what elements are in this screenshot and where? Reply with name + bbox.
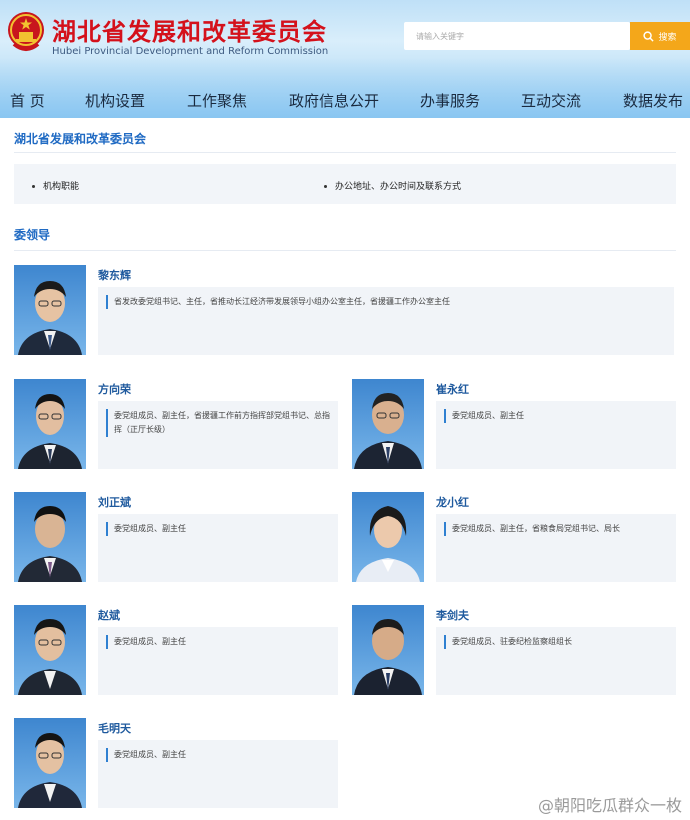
leader-name[interactable]: 李剑夫 bbox=[436, 607, 469, 623]
leader-name[interactable]: 方向荣 bbox=[98, 381, 131, 397]
leader-desc: 委党组成员、副主任 bbox=[106, 748, 330, 762]
link-functions[interactable]: 机构职能 bbox=[32, 179, 79, 192]
leader-photo[interactable] bbox=[14, 379, 86, 469]
nav-item-services[interactable]: 办事服务 bbox=[420, 90, 480, 111]
section-title-leaders: 委领导 bbox=[14, 228, 51, 242]
leader-desc: 委党组成员、驻委纪检监察组组长 bbox=[444, 635, 668, 649]
main-nav: 首 页 机构设置 工作聚焦 政府信息公开 办事服务 互动交流 数据发布 bbox=[0, 86, 690, 114]
leader-desc-box: 委党组成员、驻委纪检监察组组长 bbox=[436, 627, 676, 695]
leader-desc: 委党组成员、副主任 bbox=[444, 409, 668, 423]
search-box bbox=[404, 22, 630, 50]
nav-item-data[interactable]: 数据发布 bbox=[623, 90, 683, 111]
leader-card[interactable]: 黎东辉 省发改委党组书记、主任，省推动长江经济带发展领导小组办公室主任，省援疆工… bbox=[14, 265, 676, 357]
leader-name[interactable]: 黎东辉 bbox=[98, 267, 131, 283]
leader-card[interactable]: 崔永红 委党组成员、副主任 bbox=[352, 379, 676, 471]
weibo-watermark: @朝阳吃瓜群众一枚 bbox=[537, 796, 682, 815]
portrait-image bbox=[356, 506, 420, 582]
info-links-box: 机构职能 办公地址、办公时间及联系方式 bbox=[14, 164, 676, 204]
search-button-label: 搜索 bbox=[658, 32, 677, 43]
leader-desc-box: 省发改委党组书记、主任，省推动长江经济带发展领导小组办公室主任，省援疆工作办公室… bbox=[98, 287, 674, 355]
leader-photo[interactable] bbox=[14, 265, 86, 355]
leader-photo[interactable] bbox=[352, 605, 424, 695]
section-divider bbox=[14, 250, 676, 251]
portrait-image bbox=[18, 281, 82, 355]
portrait-image bbox=[18, 619, 82, 695]
nav-item-work-focus[interactable]: 工作聚焦 bbox=[187, 90, 247, 111]
leader-desc: 省发改委党组书记、主任，省推动长江经济带发展领导小组办公室主任，省援疆工作办公室… bbox=[106, 295, 666, 309]
leader-card[interactable]: 毛明天 委党组成员、副主任 bbox=[14, 718, 338, 810]
site-subtitle-en: Hubei Provincial Development and Reform … bbox=[52, 46, 329, 57]
leader-desc-box: 委党组成员、副主任 bbox=[436, 401, 676, 469]
nav-item-gov-info[interactable]: 政府信息公开 bbox=[289, 90, 379, 111]
leader-card[interactable]: 刘正斌 委党组成员、副主任 bbox=[14, 492, 338, 584]
leader-photo[interactable] bbox=[14, 492, 86, 582]
portrait-image bbox=[354, 619, 422, 695]
leader-photo[interactable] bbox=[14, 605, 86, 695]
nav-item-interaction[interactable]: 互动交流 bbox=[521, 90, 581, 111]
leader-photo[interactable] bbox=[14, 718, 86, 808]
leader-desc: 委党组成员、副主任，省援疆工作前方指挥部党组书记、总指挥（正厅长级） bbox=[106, 409, 330, 437]
leader-card[interactable]: 赵斌 委党组成员、副主任 bbox=[14, 605, 338, 697]
portrait-image bbox=[18, 394, 82, 469]
national-emblem-icon[interactable] bbox=[6, 10, 46, 54]
leader-photo[interactable] bbox=[352, 492, 424, 582]
leader-card[interactable]: 李剑夫 委党组成员、驻委纪检监察组组长 bbox=[352, 605, 676, 697]
leader-desc-box: 委党组成员、副主任，省粮食局党组书记、局长 bbox=[436, 514, 676, 582]
leader-name[interactable]: 刘正斌 bbox=[98, 494, 131, 510]
search-input[interactable] bbox=[404, 22, 630, 50]
leader-card[interactable]: 方向荣 委党组成员、副主任，省援疆工作前方指挥部党组书记、总指挥（正厅长级） bbox=[14, 379, 338, 471]
nav-item-home[interactable]: 首 页 bbox=[10, 90, 45, 111]
nav-item-organization[interactable]: 机构设置 bbox=[85, 90, 145, 111]
search-button[interactable]: 搜索 bbox=[630, 22, 690, 50]
leader-name[interactable]: 赵斌 bbox=[98, 607, 120, 623]
leader-name[interactable]: 毛明天 bbox=[98, 720, 131, 736]
leader-desc-box: 委党组成员、副主任 bbox=[98, 514, 338, 582]
leader-desc: 委党组成员、副主任 bbox=[106, 522, 330, 536]
portrait-image bbox=[354, 393, 422, 469]
search-icon bbox=[643, 30, 655, 42]
portrait-image bbox=[18, 506, 82, 582]
leader-desc: 委党组成员、副主任，省粮食局党组书记、局长 bbox=[444, 522, 668, 536]
leader-desc-box: 委党组成员、副主任 bbox=[98, 627, 338, 695]
section-title-commission: 湖北省发展和改革委员会 bbox=[14, 132, 147, 146]
site-title[interactable]: 湖北省发展和改革委员会 bbox=[52, 12, 327, 47]
leader-card[interactable]: 龙小红 委党组成员、副主任，省粮食局党组书记、局长 bbox=[352, 492, 676, 584]
section-divider bbox=[14, 152, 676, 153]
site-header: 湖北省发展和改革委员会 Hubei Provincial Development… bbox=[0, 0, 690, 118]
leader-name[interactable]: 崔永红 bbox=[436, 381, 469, 397]
leader-desc-box: 委党组成员、副主任，省援疆工作前方指挥部党组书记、总指挥（正厅长级） bbox=[98, 401, 338, 469]
leader-name[interactable]: 龙小红 bbox=[436, 494, 469, 510]
portrait-image bbox=[18, 733, 82, 808]
leader-desc-box: 委党组成员、副主任 bbox=[98, 740, 338, 808]
leader-desc: 委党组成员、副主任 bbox=[106, 635, 330, 649]
leader-photo[interactable] bbox=[352, 379, 424, 469]
link-address-contact[interactable]: 办公地址、办公时间及联系方式 bbox=[324, 179, 461, 192]
